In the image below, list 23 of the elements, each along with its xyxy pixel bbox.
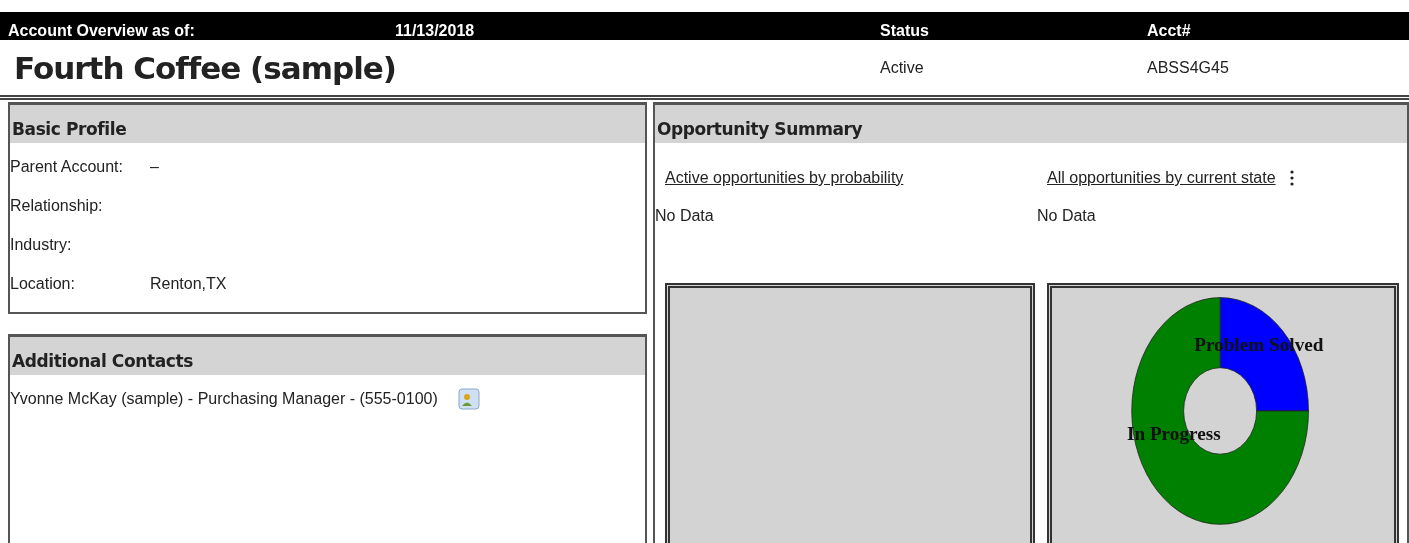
contact-entry: Yvonne McKay (sample) - Purchasing Manager - (555-0100)	[10, 390, 438, 408]
chart-link[interactable]: Active opportunities by probability	[665, 169, 904, 187]
status-value: Active	[880, 58, 925, 77]
report-label: Account Overview as of:	[8, 22, 196, 40]
no-data-message: No Data	[1037, 207, 1096, 225]
account-name: Fourth Coffee (sample)	[14, 49, 397, 86]
no-data-message: No Data	[655, 207, 714, 225]
field-label: Industry:	[10, 234, 73, 255]
account-number: ABSS4G45	[1147, 58, 1230, 77]
field-value: –	[150, 156, 160, 177]
column-header: Acct#	[1147, 22, 1192, 40]
field-value: Renton,TX	[150, 273, 228, 294]
chart-link[interactable]: All opportunities by current state	[1047, 169, 1276, 187]
field-label: Relationship:	[10, 195, 104, 216]
section-header: Basic Profile	[10, 105, 645, 143]
report-date: 11/13/2018	[395, 22, 476, 40]
more-menu-icon[interactable]	[1289, 170, 1294, 186]
column-header: Status	[880, 22, 930, 40]
section-header: Additional Contacts	[10, 337, 645, 375]
section-header: Opportunity Summary	[655, 105, 1407, 143]
field-label: Location:	[10, 273, 76, 294]
contact-card-icon[interactable]	[457, 387, 480, 411]
field-label: Parent Account:	[10, 156, 124, 177]
